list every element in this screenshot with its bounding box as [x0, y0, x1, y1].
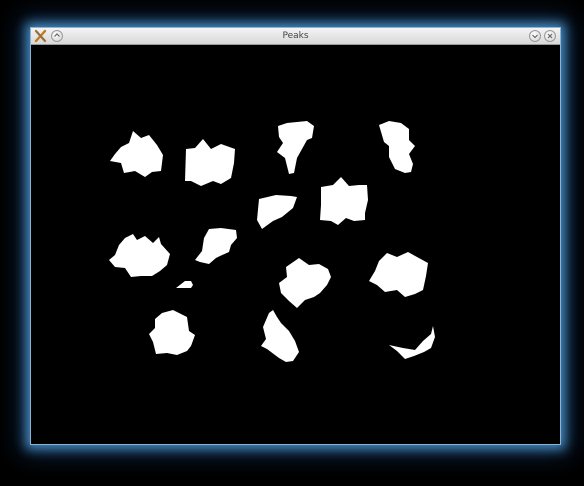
peaks-window[interactable]: Peaks — [30, 27, 561, 445]
blob-14 — [389, 326, 435, 359]
blob-9 — [176, 281, 193, 288]
blob-8 — [195, 228, 237, 264]
blob-4 — [379, 121, 415, 173]
blob-7 — [109, 234, 170, 277]
blob-6 — [320, 177, 368, 225]
window-titlebar[interactable]: Peaks — [31, 28, 560, 45]
blob-5 — [257, 195, 297, 229]
blob-11 — [369, 252, 428, 297]
window-title: Peaks — [282, 31, 309, 41]
blob-2 — [185, 139, 235, 186]
blob-12 — [149, 310, 195, 355]
blob-10 — [279, 258, 331, 308]
peaks-image — [109, 121, 435, 362]
minimize-button[interactable] — [529, 30, 541, 42]
minimize-icon — [532, 34, 538, 39]
close-icon — [547, 33, 553, 39]
close-button[interactable] — [544, 30, 556, 42]
blob-1 — [110, 131, 163, 177]
desktop-background: Peaks — [0, 0, 584, 486]
blob-3 — [277, 121, 314, 174]
image-canvas — [31, 45, 560, 444]
blob-13 — [261, 310, 299, 362]
